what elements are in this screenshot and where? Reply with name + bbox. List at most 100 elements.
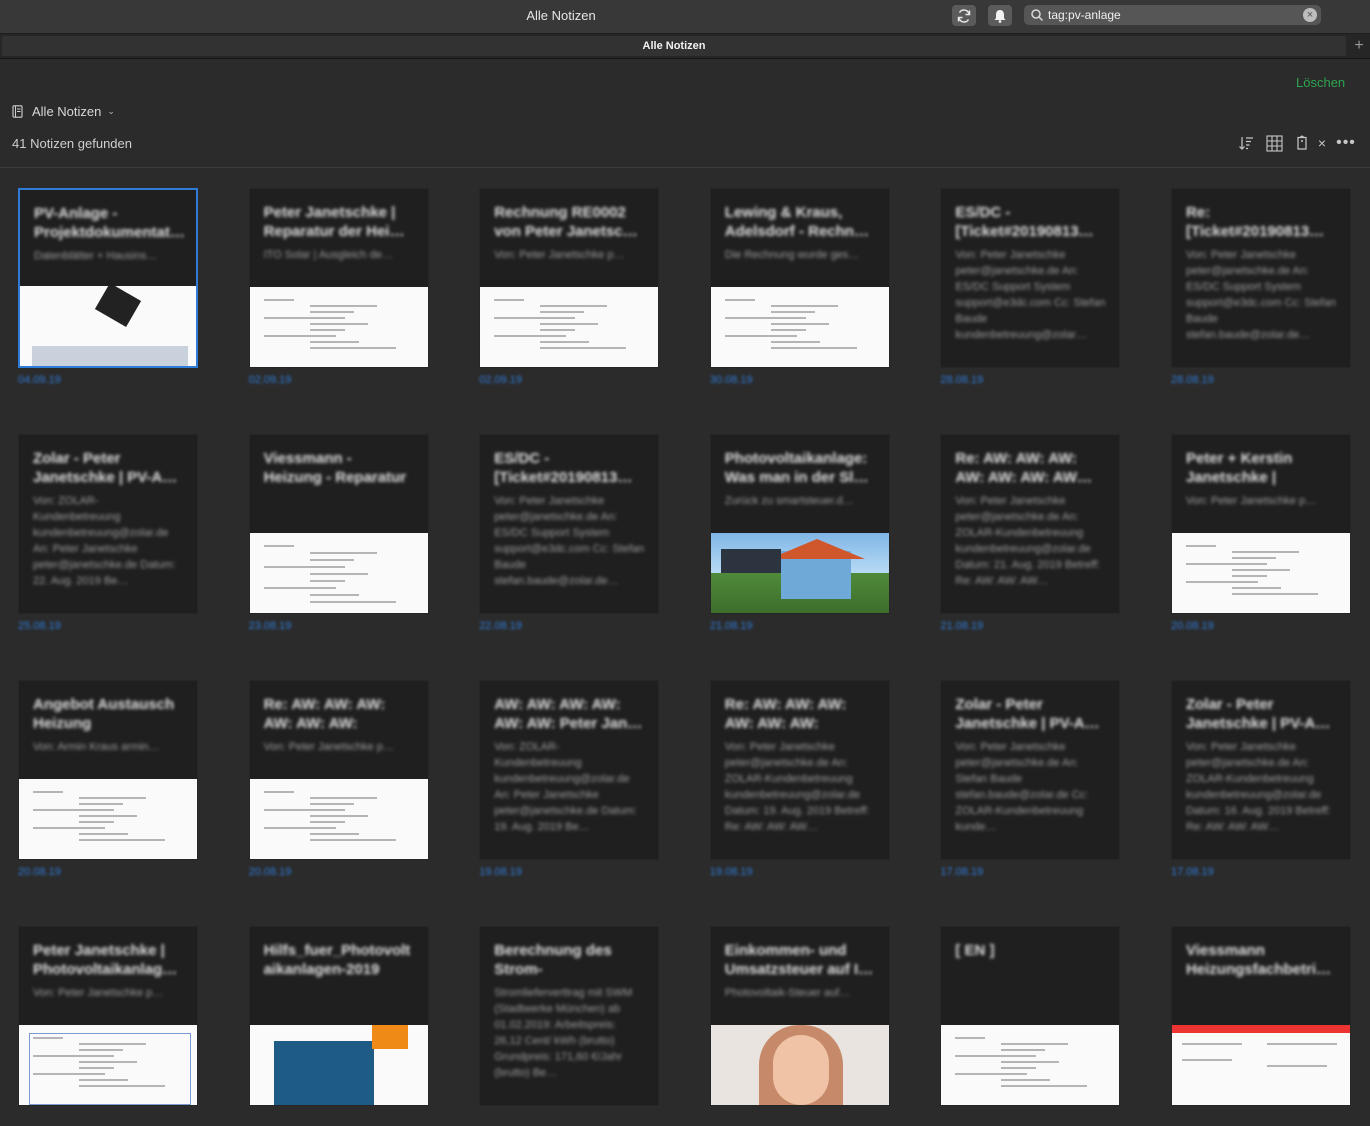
note-thumbnail — [941, 1025, 1120, 1105]
search-input[interactable] — [1048, 6, 1298, 24]
note-tile[interactable]: [ EN ] — [940, 926, 1121, 1106]
note-tile[interactable]: Lewing & Kraus, Adelsdorf - Rechn… Die R… — [709, 188, 890, 368]
note-tile[interactable]: Hilfs_fuer_Photovolt aikanlagen-2019 — [248, 926, 429, 1106]
grid-view-icon — [1265, 134, 1283, 152]
note-tile[interactable]: Viessmann - Heizung - Reparatur — [248, 434, 429, 614]
note-grid: PV-Anlage - Projektdokumentat… Datenblät… — [18, 188, 1370, 1126]
note-tile[interactable]: Zolar - Peter Janetschke | PV-A… Von: Pe… — [940, 680, 1121, 860]
note-snippet: Datenblätter + Hausins… — [34, 250, 158, 262]
note-date: 19.08.19 — [709, 866, 753, 878]
note-card[interactable]: Photovoltaikanlage: Was man in der Sl… Z… — [709, 434, 890, 634]
notifications-button[interactable] — [988, 5, 1012, 26]
note-tile[interactable]: Zolar - Peter Janetschke | PV-A… Von: Pe… — [1170, 680, 1351, 860]
note-card[interactable]: Zolar - Peter Janetschke | PV-A… Von: Pe… — [1170, 680, 1351, 880]
note-date — [1171, 1112, 1351, 1126]
note-tile[interactable]: Peter Janetschke | Photovoltaikanlag… Vo… — [18, 926, 198, 1106]
note-tile[interactable]: Re: AW: AW: AW: AW: AW: AW: Peter… Von: … — [709, 680, 890, 860]
note-title: Viessmann Heizungsfachbetri… — [1185, 942, 1331, 978]
note-snippet: Die Rechnung wurde ges… — [724, 249, 860, 261]
view-toggle-button[interactable] — [1265, 134, 1283, 152]
note-title: Zolar - Peter Janetschke | PV-A… — [33, 450, 178, 486]
notebook-selector[interactable]: Alle Notizen ⌄ — [12, 102, 115, 120]
note-card[interactable]: Viessmann - Heizung - Reparatur 23.08.19 — [248, 434, 429, 634]
note-date: 20.08.19 — [248, 866, 292, 878]
note-card[interactable]: Angebot Austausch Heizung Von: Armin Kra… — [18, 680, 198, 880]
note-card[interactable]: Lewing & Kraus, Adelsdorf - Rechn… Die R… — [709, 188, 890, 388]
note-snippet — [941, 979, 1119, 1001]
add-tab-icon[interactable]: + — [1350, 36, 1368, 56]
note-tile[interactable]: Re: [Ticket#20190813… Von: Peter Janetsc… — [1170, 188, 1351, 368]
sort-button[interactable] — [1237, 134, 1255, 152]
note-tile[interactable]: Viessmann Heizungsfachbetri… — [1170, 926, 1351, 1106]
note-title: AW: AW: AW: AW: AW: AW: Peter Jan… — [494, 696, 643, 732]
delete-button[interactable]: Löschen — [1296, 75, 1345, 90]
note-date: 19.08.19 — [479, 866, 523, 878]
note-card[interactable]: ES/DC - [Ticket#20190813… Von: Peter Jan… — [940, 188, 1121, 388]
tag-filter-button[interactable] — [1293, 134, 1311, 152]
note-title: Zolar - Peter Janetschke | PV-A… — [955, 696, 1100, 732]
clear-search-icon[interactable]: × — [1303, 8, 1317, 22]
note-tile[interactable]: ES/DC - [Ticket#20190813… Von: Peter Jan… — [940, 188, 1121, 368]
sync-icon — [957, 8, 971, 23]
note-card[interactable]: Viessmann Heizungsfachbetri… — [1170, 926, 1351, 1126]
note-thumbnail — [19, 779, 197, 859]
note-card[interactable]: Re: AW: AW: AW: AW: AW: AW: Peter… Von: … — [709, 680, 890, 880]
note-title: PV-Anlage - Projektdokumentat… — [34, 205, 185, 241]
note-tile[interactable]: Rechnung RE0002 von Peter Janetsc… Von: … — [479, 188, 660, 368]
note-card[interactable]: Zolar - Peter Janetschke | PV-A… Von: Pe… — [940, 680, 1121, 880]
clear-filter-icon[interactable]: × — [1313, 134, 1331, 152]
tab-bar: Alle Notizen + — [0, 34, 1370, 59]
note-tile[interactable]: Einkommen- und Umsatzsteuer auf I… Photo… — [709, 926, 890, 1106]
note-tile[interactable]: ES/DC - [Ticket#20190813… Von: Peter Jan… — [479, 434, 660, 614]
note-card[interactable]: Re: AW: AW: AW: AW: AW: AW: AW… Von: Pet… — [940, 434, 1121, 634]
note-title: Viessmann - Heizung - Reparatur — [263, 450, 407, 486]
note-title: Hilfs_fuer_Photovolt aikanlagen-2019 — [263, 942, 411, 978]
header-divider — [0, 167, 1370, 168]
note-snippet: ITO Solar | Ausgleich de… — [263, 249, 393, 261]
note-date: 17.08.19 — [1170, 866, 1214, 878]
note-tile[interactable]: Re: AW: AW: AW: AW: AW: AW: AW… Von: Pet… — [940, 434, 1121, 614]
note-tile[interactable]: Peter Janetschke | Reparatur der Hei… IT… — [248, 188, 429, 368]
note-tile[interactable]: Re: AW: AW: AW: AW: AW: AW: Peter… Von: … — [248, 680, 429, 860]
note-thumbnail — [480, 287, 659, 367]
more-options-icon[interactable]: ••• — [1336, 134, 1355, 152]
search-field[interactable]: × — [1024, 5, 1321, 25]
note-snippet: Von: Peter Janetschke peter@janetschke.d… — [724, 741, 870, 833]
note-tile[interactable]: Zolar - Peter Janetschke | PV-A… Von: ZO… — [18, 434, 198, 614]
result-count: 41 Notizen gefunden — [12, 136, 132, 151]
note-thumbnail — [20, 286, 196, 366]
note-card[interactable]: Rechnung RE0002 von Peter Janetsc… Von: … — [479, 188, 660, 388]
note-snippet: Von: Peter Janetschke peter@janetschke.d… — [494, 495, 645, 587]
note-tile[interactable]: Peter + Kerstin Janetschke | Beste… Von:… — [1170, 434, 1351, 614]
note-card[interactable]: Peter Janetschke | Photovoltaikanlag… Vo… — [18, 926, 198, 1126]
note-card[interactable]: [ EN ] — [940, 926, 1121, 1126]
note-snippet: Zurück zu smartsteuer.d… — [724, 495, 854, 507]
note-date — [249, 1112, 429, 1126]
note-card[interactable]: Peter Janetschke | Reparatur der Hei… IT… — [248, 188, 429, 388]
note-date: 17.08.19 — [940, 866, 984, 878]
note-title: Angebot Austausch Heizung — [33, 696, 175, 732]
note-card[interactable]: Re: [Ticket#20190813… Von: Peter Janetsc… — [1170, 188, 1351, 388]
note-thumbnail — [710, 533, 889, 613]
note-card[interactable]: AW: AW: AW: AW: AW: AW: Peter Jan… Von: … — [479, 680, 660, 880]
note-tile[interactable]: Angebot Austausch Heizung Von: Armin Kra… — [18, 680, 198, 860]
note-card[interactable]: Berechnung des Strom-Eigenverbra… Stroml… — [479, 926, 660, 1126]
note-tile[interactable]: AW: AW: AW: AW: AW: AW: Peter Jan… Von: … — [479, 680, 660, 860]
note-tile[interactable]: PV-Anlage - Projektdokumentat… Datenblät… — [18, 188, 198, 368]
note-card[interactable]: Einkommen- und Umsatzsteuer auf I… Photo… — [709, 926, 890, 1126]
note-card[interactable]: Zolar - Peter Janetschke | PV-A… Von: ZO… — [18, 434, 198, 634]
note-snippet: Photovoltaik-Steuer auf… — [724, 987, 851, 999]
note-card[interactable]: Hilfs_fuer_Photovolt aikanlagen-2019 — [248, 926, 429, 1126]
tab-alle-notizen[interactable]: Alle Notizen — [2, 36, 1346, 56]
note-card[interactable]: Re: AW: AW: AW: AW: AW: AW: Peter… Von: … — [248, 680, 429, 880]
note-thumbnail — [19, 1025, 197, 1105]
note-snippet: Von: Armin Kraus armin… — [33, 741, 160, 753]
note-card[interactable]: Peter + Kerstin Janetschke | Beste… Von:… — [1170, 434, 1351, 634]
note-snippet: Von: Peter Janetschke p… — [1185, 495, 1317, 507]
sync-button[interactable] — [952, 5, 976, 26]
note-tile[interactable]: Photovoltaikanlage: Was man in der Sl… Z… — [709, 434, 890, 614]
note-card[interactable]: ES/DC - [Ticket#20190813… Von: Peter Jan… — [479, 434, 660, 634]
note-card[interactable]: PV-Anlage - Projektdokumentat… Datenblät… — [18, 188, 198, 388]
note-title: Rechnung RE0002 von Peter Janetsc… — [494, 204, 638, 240]
note-tile[interactable]: Berechnung des Strom-Eigenverbra… Stroml… — [479, 926, 660, 1106]
